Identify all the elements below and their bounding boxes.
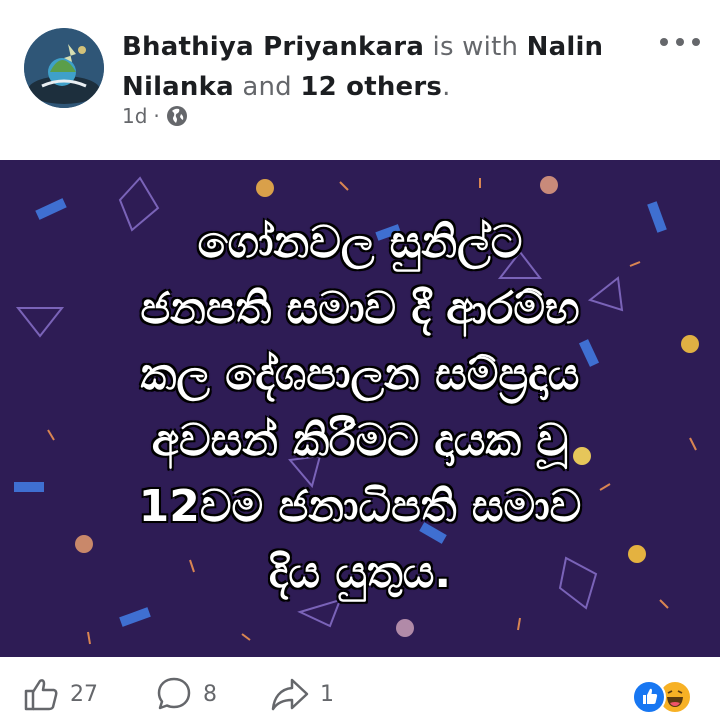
post-image-text: ගෝනවල සුනිල්ට ජනපති සමාව දී ආරම්භ කල දේශ… (40, 210, 680, 606)
thumbs-up-icon (24, 679, 58, 711)
post-actions: 27 8 1 (0, 657, 720, 722)
share-count: 1 (320, 681, 334, 707)
avatar[interactable] (24, 28, 104, 108)
avatar-image (24, 28, 104, 108)
image-text-line: අවසන් කිරීමට දායක වූ (151, 415, 569, 466)
post-header: Bhathiya Priyankara is with Nalin Nilank… (0, 0, 720, 160)
more-dot (692, 38, 700, 46)
share-button[interactable]: 1 (270, 675, 334, 713)
like-count: 27 (70, 681, 98, 707)
comment-button[interactable]: 8 (155, 675, 217, 713)
post-author-line: Bhathiya Priyankara is with Nalin Nilank… (122, 27, 642, 107)
more-dot (676, 38, 684, 46)
reaction-summary[interactable] (632, 679, 704, 714)
like-button[interactable]: 27 (22, 675, 98, 713)
more-icon[interactable] (660, 38, 700, 50)
more-dot (660, 38, 668, 46)
with-text: is with (432, 32, 519, 62)
and-text: and (242, 72, 292, 102)
globe-icon[interactable] (166, 105, 188, 127)
others-link[interactable]: 12 others (300, 72, 442, 102)
image-text-line: 12වම ජනාධිපති සමාව (138, 481, 582, 532)
image-text-line: දිය යුතුය. (268, 547, 452, 598)
author-name[interactable]: Bhathiya Priyankara (122, 32, 424, 62)
post-meta: 1d · (122, 104, 188, 128)
post-time[interactable]: 1d (122, 104, 147, 128)
like-reaction-icon (632, 680, 666, 714)
share-icon (271, 678, 309, 711)
period: . (442, 72, 451, 102)
post-image[interactable]: ගෝනවල සුනිල්ට ජනපති සමාව දී ආරම්භ කල දේශ… (0, 160, 720, 657)
meta-separator: · (153, 104, 160, 128)
image-text-line: ගෝනවල සුනිල්ට (197, 217, 523, 268)
comment-count: 8 (203, 681, 217, 707)
image-text-line: ජනපති සමාව දී ආරම්භ (140, 283, 580, 334)
image-text-line: කල දේශපාලන සම්ප්‍රදාය (140, 349, 580, 400)
comment-icon (157, 677, 191, 710)
